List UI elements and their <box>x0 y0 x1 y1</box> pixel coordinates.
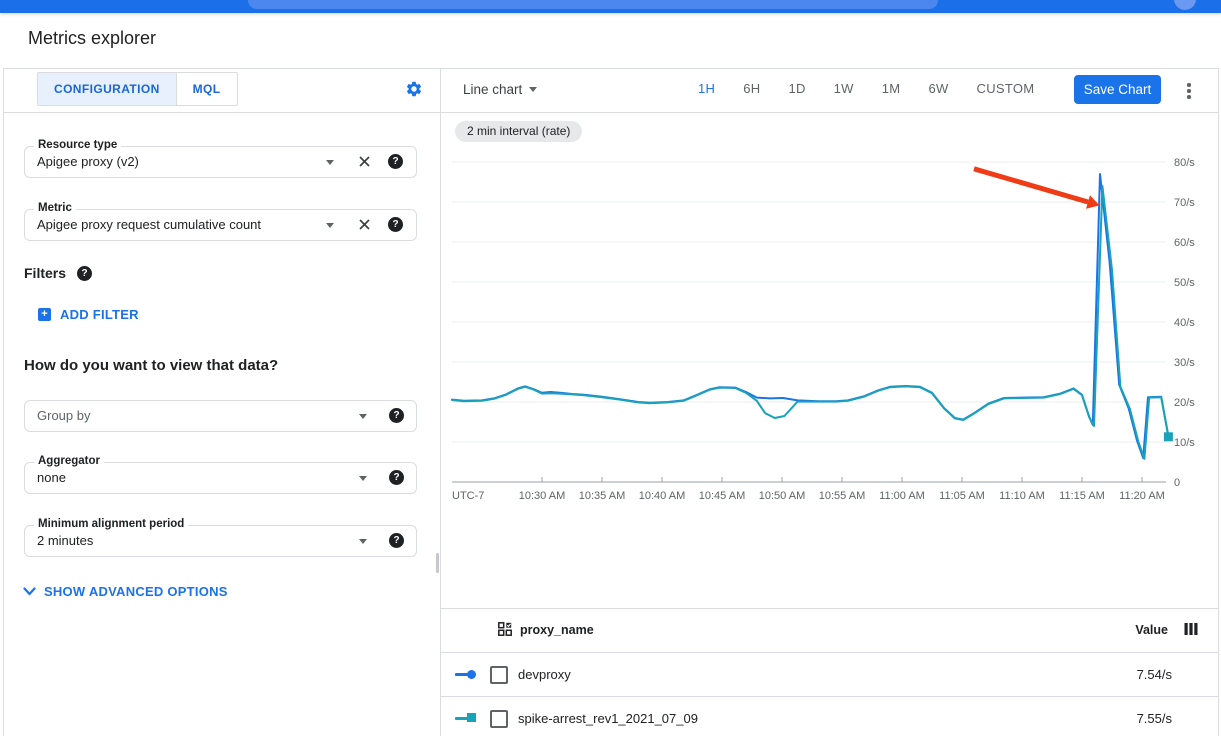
help-icon[interactable]: ? <box>389 408 404 423</box>
column-header-value[interactable]: Value <box>996 623 1168 637</box>
alignment-period-value: 2 minutes <box>37 533 93 548</box>
chart-canvas[interactable]: 80/s 70/s 60/s 50/s 40/s 30/s 20/s 10/s 0 10:30 A… <box>440 112 1221 536</box>
panel-scrollbar-thumb[interactable] <box>436 553 439 573</box>
column-header-proxy-name[interactable]: proxy_name <box>520 623 594 637</box>
row-name[interactable]: spike-arrest_rev1_2021_07_09 <box>518 711 698 726</box>
help-icon[interactable]: ? <box>389 470 404 485</box>
svg-text:10:55 AM: 10:55 AM <box>819 490 865 502</box>
chevron-down-icon <box>23 587 36 596</box>
svg-text:70/s: 70/s <box>1174 197 1195 209</box>
help-icon[interactable]: ? <box>77 266 92 281</box>
chevron-down-icon[interactable] <box>359 476 367 481</box>
svg-text:11:00 AM: 11:00 AM <box>879 490 925 502</box>
show-advanced-options-label: SHOW ADVANCED OPTIONS <box>44 584 228 599</box>
range-1d-button[interactable]: 1D <box>774 80 819 98</box>
plus-icon: + <box>38 308 51 321</box>
help-icon[interactable]: ? <box>388 217 403 232</box>
row-value: 7.55/s <box>1000 711 1172 726</box>
resource-type-value: Apigee proxy (v2) <box>37 154 139 169</box>
column-display-icon[interactable] <box>1184 622 1198 636</box>
group-by-select[interactable]: Group by ? <box>24 400 417 432</box>
svg-text:10:45 AM: 10:45 AM <box>699 490 745 502</box>
range-1w-button[interactable]: 1W <box>820 80 868 98</box>
row-checkbox[interactable] <box>490 666 508 684</box>
tab-mql[interactable]: MQL <box>176 73 237 105</box>
more-options-kebab-icon[interactable] <box>1185 81 1193 101</box>
chevron-down-icon[interactable] <box>359 539 367 544</box>
svg-text:20/s: 20/s <box>1174 397 1195 409</box>
svg-text:11:15 AM: 11:15 AM <box>1059 490 1105 502</box>
range-6h-button[interactable]: 6H <box>729 80 774 98</box>
add-filter-button[interactable]: + ADD FILTER <box>38 307 139 322</box>
alignment-period-label: Minimum alignment period <box>34 518 188 530</box>
card-left-border <box>3 68 4 736</box>
chart-type-dropdown[interactable]: Line chart <box>463 82 537 97</box>
alignment-period-select[interactable]: Minimum alignment period 2 minutes ? <box>24 525 417 557</box>
series-dot-marker <box>467 670 476 679</box>
settings-gear-icon[interactable] <box>405 80 423 98</box>
svg-text:11:20 AM: 11:20 AM <box>1119 490 1165 502</box>
metric-label: Metric <box>34 202 76 214</box>
resource-type-select[interactable]: Resource type Apigee proxy (v2) ? <box>24 146 417 178</box>
table-border <box>441 608 1218 609</box>
save-chart-button[interactable]: Save Chart <box>1074 75 1161 104</box>
account-avatar[interactable] <box>1174 0 1196 10</box>
top-app-bar <box>0 0 1221 13</box>
aggregator-label: Aggregator <box>34 455 104 467</box>
resource-type-label: Resource type <box>34 139 121 151</box>
svg-text:UTC-7: UTC-7 <box>452 490 484 502</box>
row-checkbox[interactable] <box>490 710 508 728</box>
metric-value: Apigee proxy request cumulative count <box>37 217 261 232</box>
row-divider <box>441 652 1218 653</box>
aggregator-select[interactable]: Aggregator none ? <box>24 462 417 494</box>
svg-text:10:50 AM: 10:50 AM <box>759 490 805 502</box>
chevron-down-icon[interactable] <box>326 160 334 165</box>
range-custom-button[interactable]: CUSTOM <box>963 80 1049 98</box>
view-data-heading: How do you want to view that data? <box>24 357 278 374</box>
tab-configuration[interactable]: CONFIGURATION <box>38 73 176 105</box>
clear-icon[interactable] <box>358 218 371 231</box>
chart-type-label: Line chart <box>463 82 522 97</box>
svg-text:11:05 AM: 11:05 AM <box>939 490 985 502</box>
page-title: Metrics explorer <box>28 28 156 49</box>
chevron-down-icon <box>529 87 537 92</box>
svg-text:10:40 AM: 10:40 AM <box>639 490 685 502</box>
chevron-down-icon[interactable] <box>359 414 367 419</box>
group-by-placeholder: Group by <box>37 408 90 423</box>
help-icon[interactable]: ? <box>389 533 404 548</box>
clear-icon[interactable] <box>358 155 371 168</box>
range-6w-button[interactable]: 6W <box>914 80 962 98</box>
global-search-bar[interactable] <box>248 0 938 9</box>
filters-label: Filters <box>24 265 66 281</box>
svg-text:40/s: 40/s <box>1174 317 1195 329</box>
metric-select[interactable]: Metric Apigee proxy request cumulative c… <box>24 209 417 241</box>
row-value: 7.54/s <box>1000 667 1172 682</box>
chevron-down-icon[interactable] <box>326 223 334 228</box>
series-square-marker <box>467 713 476 722</box>
group-by-grid-icon[interactable] <box>498 622 512 636</box>
query-mode-tabs: CONFIGURATION MQL <box>37 72 238 106</box>
range-1m-button[interactable]: 1M <box>868 80 915 98</box>
range-1h-button[interactable]: 1H <box>684 80 729 98</box>
svg-text:10:30 AM: 10:30 AM <box>519 490 565 502</box>
svg-text:60/s: 60/s <box>1174 237 1195 249</box>
show-advanced-options-button[interactable]: SHOW ADVANCED OPTIONS <box>23 584 228 599</box>
svg-text:11:10 AM: 11:10 AM <box>999 490 1045 502</box>
svg-text:10/s: 10/s <box>1174 437 1195 449</box>
svg-text:80/s: 80/s <box>1174 157 1195 169</box>
row-name[interactable]: devproxy <box>518 667 571 682</box>
svg-text:0: 0 <box>1174 477 1180 489</box>
aggregator-value: none <box>37 470 66 485</box>
svg-text:10:35 AM: 10:35 AM <box>579 490 625 502</box>
filters-heading: Filters ? <box>24 265 92 281</box>
row-divider <box>441 696 1218 697</box>
svg-text:50/s: 50/s <box>1174 277 1195 289</box>
time-range-selector: 1H 6H 1D 1W 1M 6W CUSTOM <box>684 80 1048 98</box>
svg-text:30/s: 30/s <box>1174 357 1195 369</box>
card-top-border <box>3 68 1218 69</box>
help-icon[interactable]: ? <box>388 154 403 169</box>
add-filter-label: ADD FILTER <box>60 307 139 322</box>
